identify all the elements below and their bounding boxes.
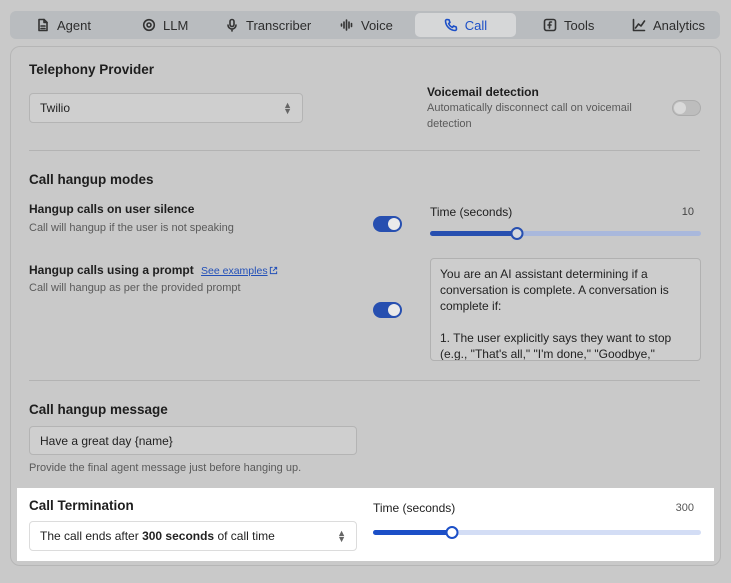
tab-agent[interactable]: Agent [36, 13, 91, 37]
slider-fill [373, 530, 452, 535]
slider-fill [430, 231, 517, 236]
call-termination-select[interactable]: The call ends after 300 seconds of call … [29, 521, 357, 551]
hangup-prompt-textarea[interactable]: You are an AI assistant determining if a… [430, 258, 701, 361]
hangup-message-help: Provide the final agent message just bef… [29, 462, 302, 474]
see-examples-link[interactable]: See examples [201, 265, 278, 277]
phone-icon [444, 18, 458, 32]
silence-time-slider[interactable] [430, 227, 701, 240]
termination-time-slider[interactable] [373, 526, 701, 539]
toggle-knob [674, 102, 686, 114]
waveform-icon [340, 19, 353, 31]
telephony-provider-select[interactable]: Twilio ▲ ▼ [29, 93, 303, 123]
tab-transcriber[interactable]: Transcriber [225, 13, 311, 37]
silence-hangup-toggle[interactable] [373, 216, 402, 232]
chevron-updown-icon: ▲ ▼ [283, 100, 292, 116]
chart-icon [632, 18, 646, 32]
tab-label: Agent [57, 17, 91, 33]
call-termination-seconds: 300 seconds [142, 529, 215, 543]
divider [29, 150, 700, 151]
tab-label: LLM [163, 17, 189, 33]
prompt-hangup-label: Hangup calls using a prompt See examples [29, 263, 278, 277]
external-link-icon [269, 266, 277, 275]
toggle-knob [388, 218, 400, 230]
call-termination-title: Call Termination [29, 498, 134, 513]
tab-voice[interactable]: Voice [340, 13, 393, 37]
function-icon [543, 18, 557, 32]
document-icon [38, 18, 48, 32]
hangup-message-input[interactable]: Have a great day {name} [29, 426, 357, 455]
prompt-hangup-description: Call will hangup as per the provided pro… [29, 282, 241, 294]
silence-hangup-label: Hangup calls on user silence [29, 202, 195, 216]
prompt-hangup-label-text: Hangup calls using a prompt [29, 263, 194, 277]
silence-time-value: 10 [681, 206, 694, 218]
tab-label: Call [464, 17, 488, 33]
tab-label: Analytics [653, 17, 706, 33]
termination-time-value: 300 [675, 502, 694, 514]
divider [29, 380, 700, 381]
termination-time-label: Time (seconds) [373, 501, 456, 515]
tab-call[interactable]: Call [415, 13, 516, 37]
hangup-message-title: Call hangup message [29, 402, 168, 417]
see-examples-link-text: See examples [201, 265, 268, 277]
tab-tools[interactable]: Tools [543, 13, 594, 37]
call-termination-prefix: The call ends after [40, 529, 143, 543]
tab-analytics[interactable]: Analytics [632, 13, 705, 37]
chevron-updown-icon: ▲ ▼ [337, 528, 346, 544]
hangup-modes-title: Call hangup modes [29, 172, 154, 187]
tab-label: Voice [361, 17, 393, 33]
telephony-title: Telephony Provider [29, 62, 155, 77]
call-termination-suffix: of call time [214, 529, 275, 543]
microphone-icon [227, 18, 237, 32]
telephony-provider-value: Twilio [40, 101, 71, 115]
gear-icon [142, 18, 156, 32]
tab-bar: Agent LLM Transcriber Voice Call Tools A… [10, 11, 720, 39]
voicemail-toggle[interactable] [672, 100, 701, 116]
hangup-message-value: Have a great day {name} [40, 433, 173, 448]
tab-label: Tools [564, 17, 595, 33]
silence-hangup-description: Call will hangup if the user is not spea… [29, 222, 234, 234]
silence-time-label: Time (seconds) [430, 205, 513, 219]
toggle-knob [388, 304, 400, 316]
voicemail-description: Automatically disconnect call on voicema… [427, 102, 632, 130]
tab-label: Transcriber [246, 17, 312, 33]
call-termination-value: The call ends after 300 seconds of call … [40, 529, 275, 543]
voicemail-title: Voicemail detection [427, 85, 539, 99]
prompt-hangup-toggle[interactable] [373, 302, 402, 318]
slider-thumb[interactable] [510, 227, 524, 240]
tab-llm[interactable]: LLM [142, 13, 188, 37]
slider-thumb[interactable] [445, 526, 459, 539]
